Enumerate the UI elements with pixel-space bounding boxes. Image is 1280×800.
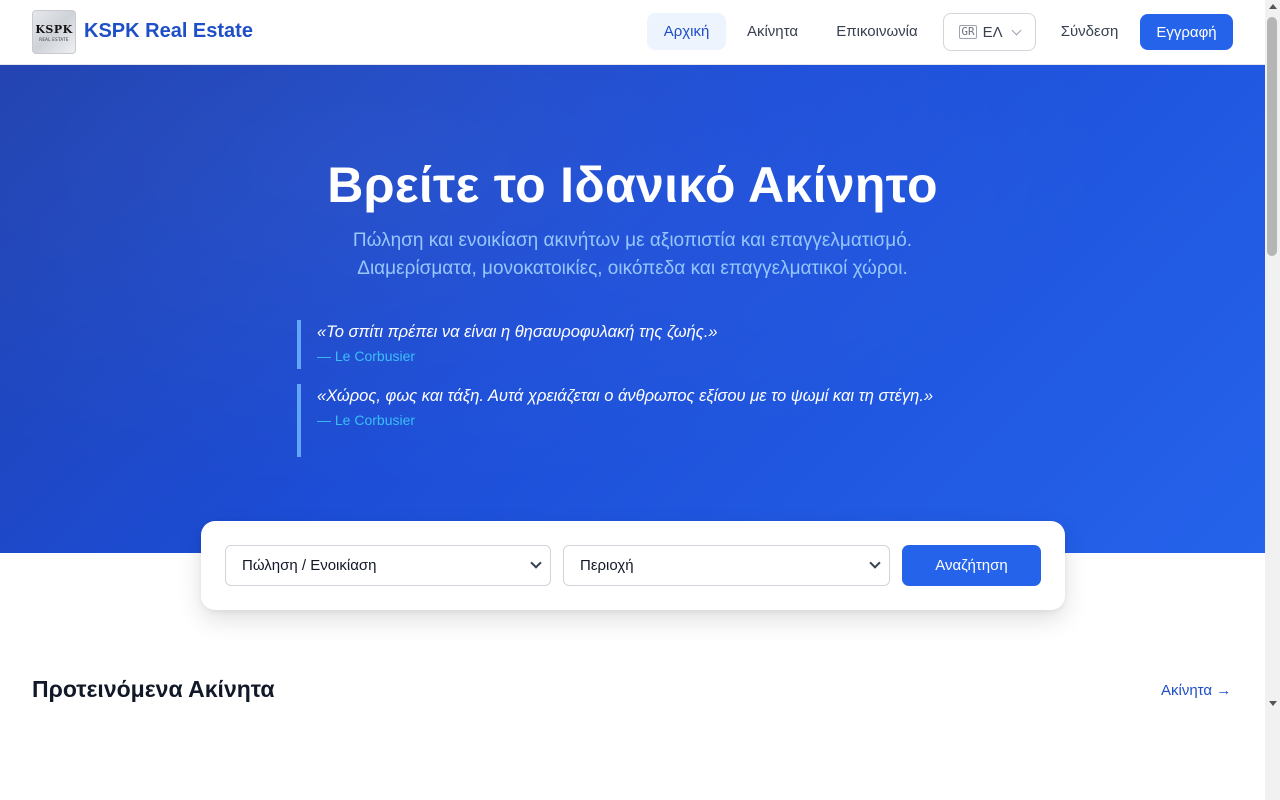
- brand-name[interactable]: KSPK Real Estate: [84, 20, 253, 43]
- hero-section: Βρείτε το Ιδανικό Ακίνητο Πώληση και ενο…: [0, 65, 1265, 553]
- quote-text: «Το σπίτι πρέπει να είναι η θησαυροφυλακ…: [317, 323, 718, 341]
- transaction-type-value: Πώληση / Ενοικίαση: [242, 557, 377, 574]
- register-button[interactable]: Εγγραφή: [1140, 14, 1233, 50]
- hero-subtitle-line-2: Διαμερίσματα, μονοκατοικίες, οικόπεδα κα…: [357, 258, 908, 279]
- hero-subtitle: Πώληση και ενοικίαση ακινήτων με αξιοπισ…: [0, 227, 1265, 283]
- search-card: Πώληση / Ενοικίαση Περιοχή Αναζήτηση: [201, 521, 1065, 610]
- language-selector[interactable]: GR ΕΛ: [943, 13, 1036, 51]
- area-value: Περιοχή: [580, 557, 634, 574]
- area-select[interactable]: Περιοχή: [563, 545, 890, 586]
- quote-author: — Le Corbusier: [317, 412, 416, 428]
- search-button[interactable]: Αναζήτηση: [902, 545, 1041, 586]
- nav-home[interactable]: Αρχική: [647, 13, 726, 50]
- hero-subtitle-line-1: Πώληση και ενοικίαση ακινήτων με αξιοπισ…: [352, 230, 913, 251]
- nav-properties[interactable]: Ακίνητα: [734, 13, 811, 50]
- scroll-down-icon[interactable]: [1269, 701, 1277, 706]
- scroll-up-icon[interactable]: [1269, 4, 1277, 9]
- nav-contact[interactable]: Επικοινωνία: [822, 13, 932, 50]
- quote-2: «Χώρος, φως και τάξη. Αυτά χρειάζεται ο …: [297, 384, 957, 457]
- logo-subtext: REAL ESTATE: [39, 36, 69, 42]
- login-link[interactable]: Σύνδεση: [1048, 13, 1131, 50]
- quote-author: — Le Corbusier: [317, 348, 416, 364]
- chevron-down-icon: [530, 557, 542, 569]
- chevron-down-icon: [869, 557, 881, 569]
- site-header: KSPK REAL ESTATE KSPK Real Estate Αρχική…: [0, 0, 1265, 65]
- transaction-type-select[interactable]: Πώληση / Ενοικίαση: [225, 545, 551, 586]
- quote-1: «Το σπίτι πρέπει να είναι η θησαυροφυλακ…: [297, 320, 957, 369]
- language-code: ΕΛ: [982, 23, 1003, 41]
- chevron-down-icon: [1011, 25, 1022, 35]
- flag-icon: GR: [959, 25, 977, 39]
- scrollbar-thumb[interactable]: [1267, 17, 1277, 256]
- logo-text: KSPK: [35, 22, 73, 36]
- page: KSPK REAL ESTATE KSPK Real Estate Αρχική…: [0, 0, 1265, 800]
- quote-text: «Χώρος, φως και τάξη. Αυτά χρειάζεται ο …: [317, 387, 934, 405]
- hero-title: Βρείτε το Ιδανικό Ακίνητο: [327, 157, 938, 213]
- featured-title: Προτεινόμενα Ακίνητα: [32, 676, 275, 702]
- page-scrollbar[interactable]: [1265, 0, 1280, 800]
- all-properties-link[interactable]: Ακίνητα →: [1161, 682, 1231, 699]
- logo-image[interactable]: KSPK REAL ESTATE: [32, 10, 76, 54]
